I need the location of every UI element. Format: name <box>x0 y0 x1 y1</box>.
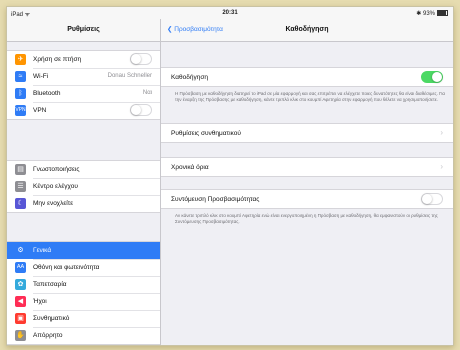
status-bar: iPad ᯤ 20:31 ✱ 93% <box>7 7 453 19</box>
guided-access-note: Η Πρόσβαση με καθοδήγηση διατηρεί το iPa… <box>175 91 446 102</box>
battery-icon <box>437 10 448 17</box>
sidebar-item-passcode[interactable]: ▣ Συνθηματικό <box>7 310 160 327</box>
settings-sidebar: Ρυθμίσεις ✈ Χρήση σε πτήση ≈ Wi-Fi Donau… <box>7 19 161 345</box>
gear-icon: ⚙ <box>17 247 24 254</box>
sidebar-item-label: Wi-Fi <box>33 73 49 80</box>
accessibility-shortcut-toggle[interactable] <box>421 193 443 205</box>
sidebar-title: Ρυθμίσεις <box>7 19 160 42</box>
wifi-icon: ≈ <box>15 71 26 82</box>
guided-access-pane: ❮ Προσβασιμότητα Καθοδήγηση Καθοδήγηση Η… <box>161 19 453 345</box>
chevron-right-icon: › <box>440 128 443 137</box>
time-limits-row[interactable]: Χρονικά όρια › <box>161 157 453 177</box>
sidebar-group-general: ⚙ Γενικά AA Οθόνη και φωτεινότητα ✿ Ταπε… <box>7 241 160 345</box>
page-title: Καθοδήγηση <box>285 26 329 33</box>
sidebar-item-wifi[interactable]: ≈ Wi-Fi Donau Schneller <box>7 68 160 85</box>
sidebar-item-label: Γενικά <box>33 247 52 254</box>
vpn-toggle[interactable] <box>130 104 152 116</box>
vpn-icon: VPN <box>15 105 26 116</box>
speaker-icon: ◀ <box>15 296 26 307</box>
sidebar-item-sounds[interactable]: ◀ Ήχοι <box>7 293 160 310</box>
navigation-bar: ❮ Προσβασιμότητα Καθοδήγηση <box>161 19 453 42</box>
sidebar-item-airplane-mode[interactable]: ✈ Χρήση σε πτήση <box>7 51 160 68</box>
wifi-network-value: Donau Schneller <box>107 73 152 79</box>
sidebar-item-label: Μην ενοχλείτε <box>33 200 74 207</box>
display-icon: AA <box>15 262 26 273</box>
wallpaper-icon: ✿ <box>15 279 26 290</box>
sidebar-item-privacy[interactable]: ✋ Απόρρητο <box>7 327 160 344</box>
airplane-icon: ✈ <box>15 54 26 65</box>
sidebar-item-label: VPN <box>33 107 47 114</box>
passcode-settings-label: Ρυθμίσεις συνθηματικού <box>171 130 241 137</box>
accessibility-shortcut-label: Συντόμευση Προσβασιμότητας <box>171 196 260 203</box>
sidebar-item-wallpaper[interactable]: ✿ Ταπετσαρία <box>7 276 160 293</box>
sidebar-item-vpn[interactable]: VPN VPN <box>7 102 160 119</box>
sidebar-item-do-not-disturb[interactable]: ☾ Μην ενοχλείτε <box>7 195 160 212</box>
lock-icon: ▣ <box>15 313 26 324</box>
passcode-settings-row[interactable]: Ρυθμίσεις συνθηματικού › <box>161 123 453 143</box>
chevron-right-icon: › <box>440 162 443 171</box>
sidebar-item-label: Bluetooth <box>33 90 61 97</box>
guided-access-toggle[interactable] <box>421 71 443 83</box>
sidebar-group-connectivity: ✈ Χρήση σε πτήση ≈ Wi-Fi Donau Schneller… <box>7 50 160 120</box>
airplane-mode-toggle[interactable] <box>130 53 152 65</box>
hand-icon: ✋ <box>15 330 26 341</box>
battery-indicator: ✱ 93% <box>416 10 448 17</box>
sidebar-item-label: Χρήση σε πτήση <box>33 56 82 63</box>
sidebar-group-system: ▤ Γνωστοποιήσεις ☰ Κέντρο ελέγχου ☾ Μην … <box>7 160 160 213</box>
sidebar-item-notifications[interactable]: ▤ Γνωστοποιήσεις <box>7 161 160 178</box>
accessibility-shortcut-note: Αν κάνετε τριπλό κλικ στο κουμπί Αφετηρί… <box>175 213 438 224</box>
sidebar-item-label: Κέντρο ελέγχου <box>33 183 78 190</box>
sidebar-item-control-center[interactable]: ☰ Κέντρο ελέγχου <box>7 178 160 195</box>
sidebar-item-label: Οθόνη και φωτεινότητα <box>33 264 100 271</box>
sidebar-item-general[interactable]: ⚙ Γενικά <box>7 242 160 259</box>
control-center-icon: ☰ <box>15 181 26 192</box>
guided-access-row[interactable]: Καθοδήγηση <box>161 67 453 87</box>
bluetooth-icon: ᛒ <box>15 88 26 99</box>
sidebar-item-label: Ήχοι <box>33 298 47 305</box>
sidebar-item-bluetooth[interactable]: ᛒ Bluetooth Ναι <box>7 85 160 102</box>
sidebar-item-label: Συνθηματικό <box>33 315 70 322</box>
bluetooth-value: Ναι <box>142 90 152 96</box>
guided-access-label: Καθοδήγηση <box>171 74 208 81</box>
sidebar-item-label: Απόρρητο <box>33 332 63 339</box>
status-time: 20:31 <box>222 10 238 16</box>
sidebar-item-label: Γνωστοποιήσεις <box>33 166 80 173</box>
time-limits-label: Χρονικά όρια <box>171 164 209 171</box>
sidebar-item-label: Ταπετσαρία <box>33 281 67 288</box>
accessibility-shortcut-row[interactable]: Συντόμευση Προσβασιμότητας <box>161 189 453 209</box>
sidebar-item-display[interactable]: AA Οθόνη και φωτεινότητα <box>7 259 160 276</box>
ipad-screen: iPad ᯤ 20:31 ✱ 93% Ρυθμίσεις ✈ Χρήση σε … <box>6 6 454 346</box>
moon-icon: ☾ <box>15 198 26 209</box>
notifications-icon: ▤ <box>15 164 26 175</box>
